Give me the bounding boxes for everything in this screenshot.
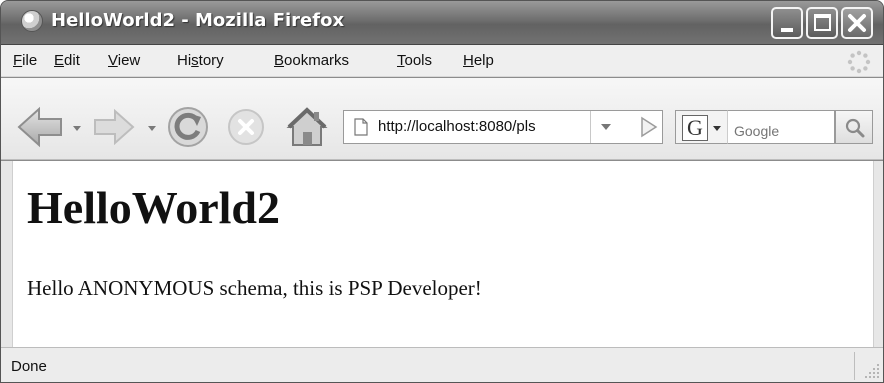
search-button[interactable]	[835, 110, 873, 144]
page-icon	[354, 118, 368, 136]
search-engine-selector[interactable]: G	[675, 110, 727, 144]
url-text[interactable]: http://localhost:8080/pls	[378, 118, 588, 135]
menu-bookmarks[interactable]: Bookmarks	[274, 52, 349, 69]
resize-grip-icon[interactable]	[863, 362, 881, 380]
close-icon	[848, 14, 866, 32]
forward-history-dropdown[interactable]	[148, 126, 156, 131]
menu-history[interactable]: History	[177, 52, 224, 69]
page-paragraph: Hello ANONYMOUS schema, this is PSP Deve…	[27, 276, 482, 300]
minimize-icon	[781, 28, 793, 32]
menu-file[interactable]: File	[13, 52, 37, 69]
search-input[interactable]	[727, 110, 835, 144]
minimize-button[interactable]	[771, 7, 803, 39]
magnifier-icon	[845, 118, 865, 138]
stop-icon[interactable]	[227, 108, 265, 146]
back-arrow-icon[interactable]	[17, 106, 65, 148]
menu-tools[interactable]: Tools	[397, 52, 432, 69]
home-icon[interactable]	[285, 106, 329, 148]
maximize-icon	[814, 14, 831, 31]
url-history-dropdown[interactable]	[590, 111, 620, 143]
window-title: HelloWorld2 - Mozilla Firefox	[51, 10, 345, 31]
go-icon[interactable]	[633, 112, 663, 142]
reload-icon[interactable]	[167, 106, 209, 148]
navigation-toolbar: http://localhost:8080/pls G	[1, 78, 883, 160]
firefox-app-icon	[21, 10, 43, 32]
browser-window: HelloWorld2 - Mozilla Firefox File Edit …	[0, 0, 884, 383]
menu-help[interactable]: Help	[463, 52, 494, 69]
menu-edit[interactable]: Edit	[54, 52, 80, 69]
throbber-icon	[847, 50, 871, 74]
maximize-button[interactable]	[806, 7, 838, 39]
status-text: Done	[11, 358, 47, 375]
google-icon: G	[682, 115, 708, 141]
status-bar: Done	[1, 347, 883, 382]
window-right-border	[873, 161, 883, 347]
page-heading: HelloWorld2	[27, 182, 280, 233]
forward-arrow-icon[interactable]	[93, 109, 135, 145]
window-left-border	[1, 161, 13, 347]
close-button[interactable]	[841, 7, 873, 39]
status-divider	[854, 352, 855, 380]
page-content: HelloWorld2 Hello ANONYMOUS schema, this…	[13, 161, 873, 347]
back-history-dropdown[interactable]	[73, 126, 81, 131]
menu-view[interactable]: View	[108, 52, 140, 69]
title-bar[interactable]: HelloWorld2 - Mozilla Firefox	[1, 1, 883, 45]
menu-bar: File Edit View History Bookmarks Tools H…	[1, 45, 883, 77]
url-bar[interactable]: http://localhost:8080/pls	[343, 110, 663, 144]
search-engine-dropdown-icon	[713, 126, 721, 131]
